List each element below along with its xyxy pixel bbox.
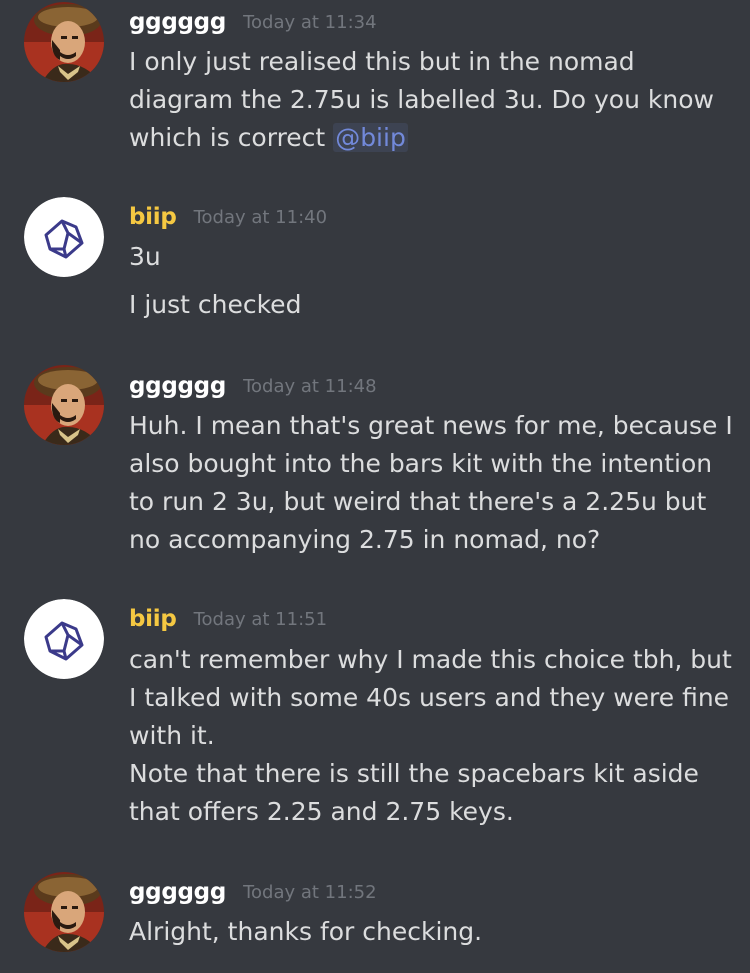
username[interactable]: gggggg <box>129 879 226 905</box>
message-line: Alright, thanks for checking. <box>129 917 483 946</box>
message-line: Huh. I mean that's great news for me, be… <box>129 411 733 440</box>
portrait-avatar-icon[interactable] <box>24 2 104 82</box>
timestamp[interactable]: Today at 11:52 <box>243 882 376 903</box>
message-header: biip Today at 11:51 <box>129 606 327 632</box>
timestamp[interactable]: Today at 11:48 <box>243 376 376 397</box>
timestamp[interactable]: Today at 11:34 <box>243 12 376 33</box>
timestamp[interactable]: Today at 11:51 <box>194 609 327 630</box>
portrait-avatar-icon[interactable] <box>24 872 104 952</box>
message-line: to run 2 3u, but weird that there's a 2.… <box>129 487 707 516</box>
message-line: also bought into the bars kit with the i… <box>129 449 713 478</box>
message-line: I just checked <box>129 290 302 319</box>
message-header: biip Today at 11:40 <box>129 204 327 230</box>
username[interactable]: gggggg <box>129 373 226 399</box>
message-line: that offers 2.25 and 2.75 keys. <box>129 797 514 826</box>
username[interactable]: gggggg <box>129 9 226 35</box>
keycap-logo-avatar-icon[interactable] <box>24 197 104 277</box>
message-line: diagram the 2.75u is labelled 3u. Do you… <box>129 85 714 114</box>
timestamp[interactable]: Today at 11:40 <box>194 207 327 228</box>
message-line: with it. <box>129 721 215 750</box>
user-mention[interactable]: @biip <box>333 123 408 152</box>
portrait-avatar-icon[interactable] <box>24 365 104 445</box>
username[interactable]: biip <box>129 606 177 632</box>
message-line: which is correct @biip <box>129 119 408 157</box>
message-line: no accompanying 2.75 in nomad, no? <box>129 525 601 554</box>
message-line: I only just realised this but in the nom… <box>129 47 635 76</box>
username[interactable]: biip <box>129 204 177 230</box>
message-line: can't remember why I made this choice tb… <box>129 645 732 674</box>
message-header: gggggg Today at 11:34 <box>129 9 377 35</box>
message-line: Note that there is still the spacebars k… <box>129 759 699 788</box>
message-header: gggggg Today at 11:52 <box>129 879 377 905</box>
message-line: 3u <box>129 242 161 271</box>
keycap-logo-avatar-icon[interactable] <box>24 599 104 679</box>
message-header: gggggg Today at 11:48 <box>129 373 377 399</box>
message-text: which is correct <box>129 123 334 152</box>
message-line: I talked with some 40s users and they we… <box>129 683 730 712</box>
